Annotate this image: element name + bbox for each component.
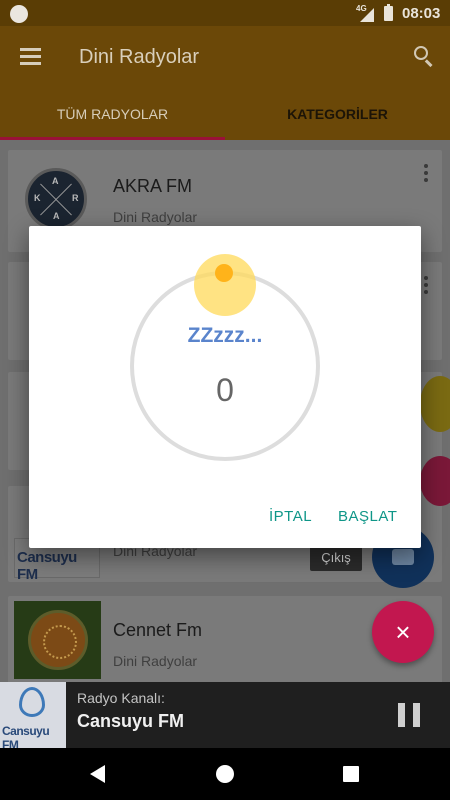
sleep-timer-dialog: ZZzzz... 0 İPTAL BAŞLAT	[29, 226, 421, 548]
now-playing-bar[interactable]: Cansuyu FM Radyo Kanalı: Cansuyu FM	[0, 682, 450, 752]
back-icon[interactable]	[90, 765, 105, 783]
tab-all-radios[interactable]: TÜM RADYOLAR	[0, 88, 225, 140]
notification-dot-icon	[10, 5, 28, 23]
cennet-logo	[14, 601, 101, 679]
battery-icon	[384, 4, 393, 21]
recents-icon[interactable]	[343, 766, 359, 782]
station-category: Dini Radyolar	[113, 209, 198, 225]
tab-categories[interactable]: KATEGORİLER	[225, 88, 450, 140]
sleep-label: ZZzzz...	[187, 324, 263, 347]
more-options-icon[interactable]	[424, 164, 428, 185]
station-name: AKRA FM	[113, 176, 193, 196]
player-station-name: Cansuyu FM	[77, 711, 185, 731]
player-label: Radyo Kanalı:	[77, 690, 165, 706]
close-icon: ×	[395, 617, 411, 647]
system-nav-bar	[0, 748, 450, 800]
app-title: Dini Radyolar	[79, 46, 200, 68]
status-time: 08:03	[402, 5, 441, 22]
status-bar: 4G 08:03	[0, 0, 450, 26]
exit-label: Çıkış	[310, 544, 362, 571]
timer-value: 0	[216, 372, 234, 408]
home-icon[interactable]	[216, 765, 234, 783]
station-category: Dini Radyolar	[113, 653, 198, 669]
menu-icon[interactable]	[20, 48, 41, 65]
more-options-icon[interactable]	[424, 276, 428, 297]
station-name: Cennet Fm	[113, 620, 203, 640]
tab-bar: TÜM RADYOLAR KATEGORİLER	[0, 88, 450, 140]
start-button[interactable]: BAŞLAT	[338, 508, 397, 525]
signal-icon	[360, 8, 374, 22]
app-bar: Dini Radyolar	[0, 26, 450, 88]
timer-knob[interactable]	[215, 264, 233, 282]
water-drop-icon	[19, 687, 45, 717]
akra-logo: A K R A	[25, 168, 87, 230]
cancel-button[interactable]: İPTAL	[269, 508, 312, 525]
pause-icon[interactable]	[398, 703, 420, 727]
close-fab[interactable]: ×	[372, 601, 434, 663]
station-artwork: Cansuyu FM	[0, 682, 66, 752]
search-icon[interactable]	[414, 46, 434, 67]
chat-icon	[392, 549, 414, 565]
